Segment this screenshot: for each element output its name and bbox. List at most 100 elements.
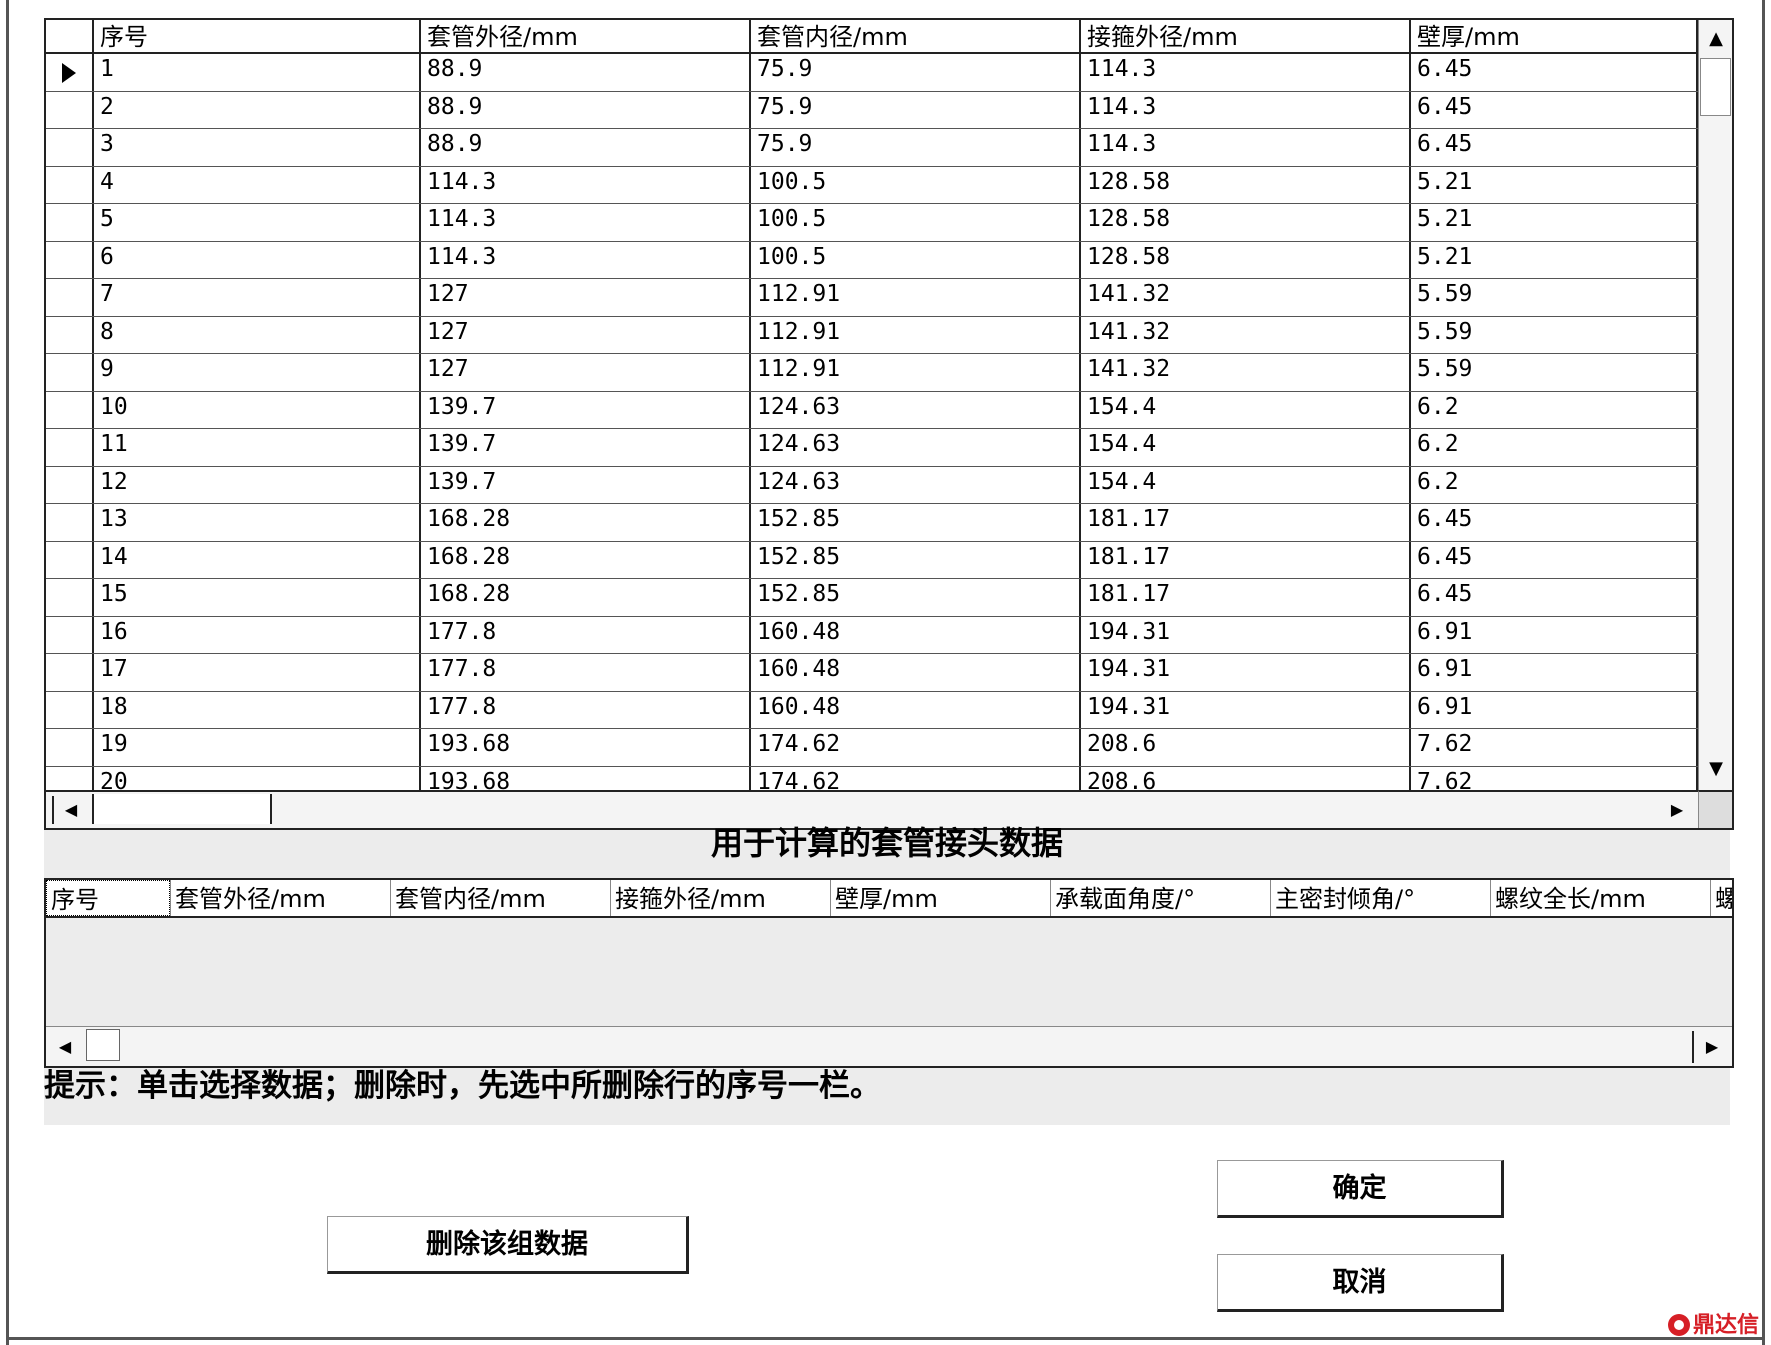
column-header-casing-od[interactable]: 套管外径/mm [421, 20, 751, 52]
cell-casing-id[interactable]: 112.91 [751, 279, 1081, 316]
calc-column-header-coupling-od[interactable]: 接箍外径/mm [610, 880, 830, 916]
table-row[interactable]: 5 114.3 100.5 128.58 5.21 [46, 204, 1698, 242]
cell-casing-od[interactable]: 114.3 [421, 204, 751, 241]
cell-casing-id[interactable]: 124.63 [751, 391, 1081, 428]
row-selector[interactable] [46, 354, 94, 391]
cell-casing-od[interactable]: 177.8 [421, 616, 751, 653]
delete-group-button[interactable]: 删除该组数据 [327, 1216, 689, 1274]
cell-coupling-od[interactable]: 141.32 [1081, 354, 1411, 391]
cell-coupling-od[interactable]: 141.32 [1081, 316, 1411, 353]
cell-wall-thickness[interactable]: 5.21 [1411, 204, 1698, 241]
row-selector[interactable] [46, 241, 94, 278]
cell-index[interactable]: 9 [94, 354, 421, 391]
cell-index[interactable]: 12 [94, 466, 421, 503]
scroll-right-arrow-icon[interactable]: ▶ [1692, 1031, 1730, 1063]
cell-casing-id[interactable]: 160.48 [751, 691, 1081, 728]
cell-index[interactable]: 13 [94, 504, 421, 541]
cell-wall-thickness[interactable]: 5.59 [1411, 279, 1698, 316]
scroll-left-arrow-icon[interactable]: ◀ [52, 796, 88, 824]
cell-index[interactable]: 8 [94, 316, 421, 353]
row-selector[interactable] [46, 541, 94, 578]
cell-coupling-od[interactable]: 128.58 [1081, 241, 1411, 278]
cell-casing-od[interactable]: 139.7 [421, 466, 751, 503]
cell-casing-od[interactable]: 88.9 [421, 91, 751, 128]
cell-wall-thickness[interactable]: 6.45 [1411, 579, 1698, 616]
row-selector[interactable] [46, 129, 94, 166]
calc-column-header-main-seal-angle[interactable]: 主密封倾角/° [1270, 880, 1490, 916]
cell-coupling-od[interactable]: 114.3 [1081, 91, 1411, 128]
cell-casing-id[interactable]: 112.91 [751, 316, 1081, 353]
cell-index[interactable]: 7 [94, 279, 421, 316]
cell-coupling-od[interactable]: 114.3 [1081, 54, 1411, 91]
cell-wall-thickness[interactable]: 6.91 [1411, 616, 1698, 653]
cell-index[interactable]: 14 [94, 541, 421, 578]
cell-wall-thickness[interactable]: 6.2 [1411, 391, 1698, 428]
column-header-coupling-od[interactable]: 接箍外径/mm [1081, 20, 1411, 52]
table-row[interactable]: 10 139.7 124.63 154.4 6.2 [46, 391, 1698, 429]
cell-coupling-od[interactable]: 181.17 [1081, 541, 1411, 578]
cell-coupling-od[interactable]: 194.31 [1081, 654, 1411, 691]
cell-wall-thickness[interactable]: 6.91 [1411, 654, 1698, 691]
column-header-index[interactable]: 序号 [94, 20, 421, 52]
table-row[interactable]: 1 88.9 75.9 114.3 6.45 [46, 54, 1698, 92]
cell-wall-thickness[interactable]: 7.62 [1411, 729, 1698, 766]
row-selector[interactable] [46, 504, 94, 541]
calc-column-header-index[interactable]: 序号 [46, 880, 170, 916]
horizontal-scroll-thumb[interactable] [92, 794, 272, 824]
row-selector[interactable] [46, 616, 94, 653]
cell-index[interactable]: 3 [94, 129, 421, 166]
cell-casing-od[interactable]: 139.7 [421, 391, 751, 428]
cell-coupling-od[interactable]: 154.4 [1081, 429, 1411, 466]
row-selector[interactable] [46, 691, 94, 728]
cell-wall-thickness[interactable]: 6.45 [1411, 129, 1698, 166]
row-selector[interactable] [46, 466, 94, 503]
scroll-left-arrow-icon[interactable]: ◀ [50, 1033, 80, 1061]
cell-wall-thickness[interactable]: 6.91 [1411, 691, 1698, 728]
row-selector[interactable] [46, 204, 94, 241]
cell-index[interactable]: 11 [94, 429, 421, 466]
cell-coupling-od[interactable]: 181.17 [1081, 504, 1411, 541]
cell-casing-id[interactable]: 160.48 [751, 616, 1081, 653]
table-row[interactable]: 14 168.28 152.85 181.17 6.45 [46, 541, 1698, 579]
cell-casing-id[interactable]: 152.85 [751, 579, 1081, 616]
cell-casing-id[interactable]: 100.5 [751, 241, 1081, 278]
cell-index[interactable]: 10 [94, 391, 421, 428]
column-header-casing-id[interactable]: 套管内径/mm [751, 20, 1081, 52]
calculation-data-grid[interactable]: 序号 套管外径/mm 套管内径/mm 接箍外径/mm 壁厚/mm 承载面角度/° 主密封倾角… [44, 878, 1734, 1068]
cell-casing-id[interactable]: 100.5 [751, 204, 1081, 241]
row-selector[interactable] [46, 429, 94, 466]
cell-wall-thickness[interactable]: 5.59 [1411, 354, 1698, 391]
row-selector[interactable] [46, 279, 94, 316]
cell-wall-thickness[interactable]: 6.45 [1411, 54, 1698, 91]
cell-coupling-od[interactable]: 154.4 [1081, 466, 1411, 503]
cell-casing-od[interactable]: 168.28 [421, 504, 751, 541]
cell-casing-id[interactable]: 75.9 [751, 91, 1081, 128]
cell-coupling-od[interactable]: 141.32 [1081, 279, 1411, 316]
cell-index[interactable]: 16 [94, 616, 421, 653]
cell-casing-id[interactable]: 112.91 [751, 354, 1081, 391]
scroll-down-arrow-icon[interactable]: ▼ [1699, 752, 1732, 786]
cancel-button[interactable]: 取消 [1217, 1254, 1504, 1312]
table-row[interactable]: 13 168.28 152.85 181.17 6.45 [46, 504, 1698, 542]
cell-casing-od[interactable]: 114.3 [421, 166, 751, 203]
cell-casing-od[interactable]: 168.28 [421, 579, 751, 616]
cell-casing-od[interactable]: 177.8 [421, 654, 751, 691]
cell-coupling-od[interactable]: 194.31 [1081, 691, 1411, 728]
table-row[interactable]: 16 177.8 160.48 194.31 6.91 [46, 616, 1698, 654]
cell-coupling-od[interactable]: 208.6 [1081, 729, 1411, 766]
row-selector[interactable] [46, 654, 94, 691]
table-row[interactable]: 15 168.28 152.85 181.17 6.45 [46, 579, 1698, 617]
cell-casing-od[interactable]: 127 [421, 354, 751, 391]
row-selector[interactable] [46, 391, 94, 428]
cell-index[interactable]: 1 [94, 54, 421, 91]
cell-casing-od[interactable]: 193.68 [421, 729, 751, 766]
cell-casing-od[interactable]: 114.3 [421, 241, 751, 278]
cell-casing-id[interactable]: 174.62 [751, 729, 1081, 766]
cell-casing-od[interactable]: 168.28 [421, 541, 751, 578]
cell-wall-thickness[interactable]: 6.2 [1411, 466, 1698, 503]
cell-index[interactable]: 19 [94, 729, 421, 766]
table-row[interactable]: 17 177.8 160.48 194.31 6.91 [46, 654, 1698, 692]
table-row[interactable]: 3 88.9 75.9 114.3 6.45 [46, 129, 1698, 167]
cell-index[interactable]: 5 [94, 204, 421, 241]
table-row[interactable]: 18 177.8 160.48 194.31 6.91 [46, 691, 1698, 729]
